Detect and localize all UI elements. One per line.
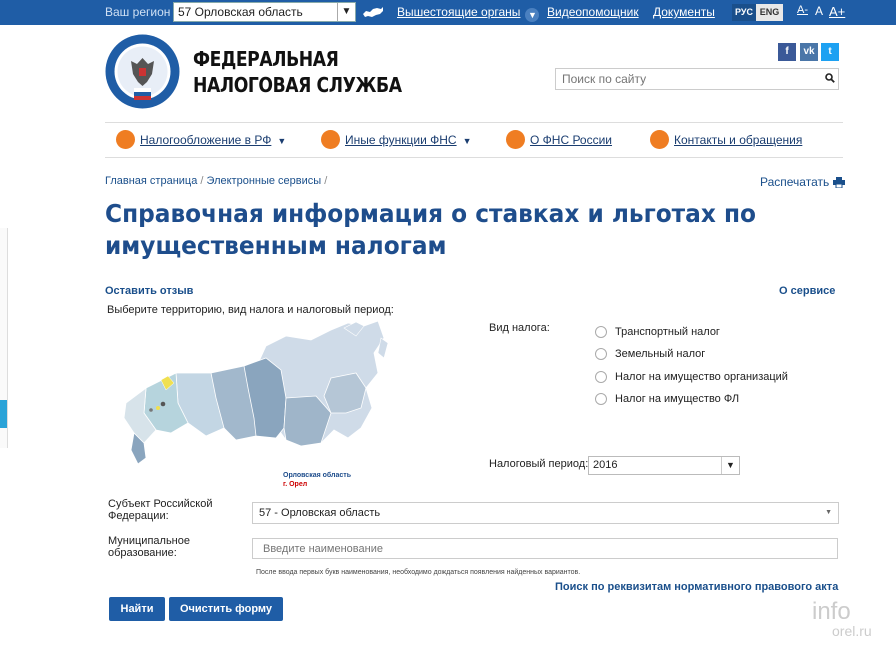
tax-icon bbox=[116, 130, 135, 149]
russia-map-icon[interactable] bbox=[362, 6, 384, 18]
breadcrumb-separator: / bbox=[200, 175, 204, 187]
nav-item-other-functions[interactable]: Иные функции ФНС ▼ bbox=[321, 130, 472, 150]
subject-label: Субъект Российской Федерации: bbox=[108, 498, 212, 522]
subject-label-line1: Субъект Российской bbox=[108, 498, 213, 510]
subject-select[interactable]: 57 - Орловская область ▼ bbox=[252, 502, 839, 524]
nav-item-about-fns[interactable]: О ФНС России bbox=[506, 130, 616, 150]
region-label: Ваш регион bbox=[105, 5, 171, 19]
map-caption-region: Орловская область bbox=[283, 472, 352, 479]
watermark-line1: info bbox=[812, 598, 851, 625]
municipality-label-line2: образование: bbox=[108, 547, 177, 559]
nav-item-taxation[interactable]: Налогообложение в РФ ▼ bbox=[116, 130, 286, 150]
nav-divider bbox=[105, 157, 843, 158]
menu-icon bbox=[321, 130, 340, 149]
tax-type-label: Вид налога: bbox=[489, 322, 550, 334]
caret-down-icon: ▼ bbox=[825, 509, 832, 516]
breadcrumb: Главная страница / Электронные сервисы / bbox=[105, 175, 327, 187]
map-caption: Орловская область г. Орел bbox=[283, 471, 351, 489]
tax-period-value: 2016 bbox=[593, 459, 618, 471]
selection-hint: Выберите территорию, вид налога и налого… bbox=[107, 304, 394, 316]
chevron-down-icon: ▼ bbox=[462, 136, 472, 146]
search-by-legal-act-link[interactable]: Поиск по реквизитам нормативного правово… bbox=[555, 581, 838, 593]
tax-period-select[interactable]: 2016 ▼ bbox=[588, 456, 740, 475]
subject-label-line2: Федерации: bbox=[108, 510, 169, 522]
printer-icon bbox=[833, 177, 846, 189]
top-bar: Ваш регион 57 Орловская область ▼ Вышест… bbox=[0, 0, 896, 25]
about-service-link[interactable]: О сервисе bbox=[779, 285, 835, 297]
font-normal-button[interactable]: A bbox=[815, 4, 823, 18]
chevron-down-icon: ▼ bbox=[277, 136, 287, 146]
watermark-line2: orel.ru bbox=[832, 623, 872, 639]
russia-regions-map[interactable] bbox=[116, 318, 391, 468]
nav-item-contacts-label: Контакты и обращения bbox=[674, 133, 803, 147]
search-input[interactable] bbox=[555, 68, 839, 90]
search-icon[interactable] bbox=[825, 73, 835, 83]
municipality-label: Муниципальное образование: bbox=[108, 535, 190, 559]
vk-icon[interactable]: vk bbox=[800, 43, 818, 61]
chevron-down-icon: ▼ bbox=[337, 3, 355, 21]
radio-circle[interactable] bbox=[595, 393, 607, 405]
municipality-label-line1: Муниципальное bbox=[108, 535, 190, 547]
radio-circle[interactable] bbox=[595, 371, 607, 383]
region-select-value: 57 Орловская область bbox=[178, 5, 303, 19]
page-title: Справочная информация о ставках и льгота… bbox=[105, 199, 756, 260]
lang-ru-button[interactable]: РУС bbox=[732, 4, 756, 21]
nav-item-other-functions-wrap: Иные функции ФНС ▼ bbox=[345, 133, 472, 147]
radio-label: Налог на имущество ФЛ bbox=[615, 393, 740, 405]
documents-link[interactable]: Документы bbox=[653, 5, 715, 19]
phone-icon bbox=[650, 130, 669, 149]
tax-period-label: Налоговый период: bbox=[489, 458, 589, 470]
radio-label: Земельный налог bbox=[615, 348, 706, 360]
watermark-logo: info orel.ru bbox=[812, 600, 896, 651]
font-smaller-button[interactable]: A- bbox=[797, 4, 808, 16]
find-button[interactable]: Найти bbox=[109, 597, 165, 621]
radio-label: Налог на имущество организаций bbox=[615, 371, 788, 383]
print-link[interactable]: Распечатать bbox=[760, 175, 846, 189]
chevron-down-icon: ▼ bbox=[525, 8, 540, 22]
radio-circle[interactable] bbox=[595, 348, 607, 360]
twitter-icon[interactable] bbox=[0, 400, 7, 428]
org-name-line1: ФЕДЕРАЛЬНАЯ bbox=[193, 47, 339, 71]
nav-item-other-functions-label: Иные функции ФНС bbox=[345, 133, 457, 147]
breadcrumb-home-link[interactable]: Главная страница bbox=[105, 175, 197, 187]
radio-label: Транспортный налог bbox=[615, 326, 720, 338]
municipality-input[interactable] bbox=[252, 538, 838, 559]
org-name: ФЕДЕРАЛЬНАЯ НАЛОГОВАЯ СЛУЖБА bbox=[193, 46, 402, 98]
facebook-icon[interactable]: f bbox=[778, 43, 796, 61]
clear-form-button[interactable]: Очистить форму bbox=[169, 597, 283, 621]
higher-authorities-label: Вышестоящие органы bbox=[397, 5, 521, 19]
radio-circle[interactable] bbox=[595, 326, 607, 338]
fns-emblem-logo[interactable] bbox=[105, 34, 180, 109]
chevron-down-icon: ▼ bbox=[721, 457, 739, 474]
breadcrumb-separator: / bbox=[324, 175, 328, 187]
side-panel-edge bbox=[0, 228, 8, 448]
print-label: Распечатать bbox=[760, 175, 830, 189]
info-icon bbox=[506, 130, 525, 149]
nav-item-contacts[interactable]: Контакты и обращения bbox=[650, 130, 803, 150]
nav-item-about-fns-label: О ФНС России bbox=[530, 133, 613, 147]
region-select[interactable]: 57 Орловская область ▼ bbox=[173, 2, 356, 22]
twitter-icon[interactable]: t bbox=[821, 43, 839, 61]
municipality-hint: После ввода первых букв наименования, не… bbox=[256, 569, 581, 576]
font-larger-button[interactable]: A+ bbox=[829, 4, 845, 19]
org-name-line2: НАЛОГОВАЯ СЛУЖБА bbox=[193, 73, 402, 97]
video-assistant-link[interactable]: Видеопомощник bbox=[547, 5, 639, 19]
higher-authorities-link[interactable]: Вышестоящие органы ▼ bbox=[397, 5, 540, 22]
lang-en-button[interactable]: ENG bbox=[756, 4, 783, 21]
breadcrumb-services-link[interactable]: Электронные сервисы bbox=[207, 175, 322, 187]
subject-select-value: 57 - Орловская область bbox=[259, 507, 381, 519]
nav-item-taxation-wrap: Налогообложение в РФ ▼ bbox=[140, 133, 286, 147]
map-caption-city: г. Орел bbox=[283, 481, 308, 488]
nav-item-taxation-label: Налогообложение в РФ bbox=[140, 133, 272, 147]
nav-divider bbox=[105, 122, 843, 123]
feedback-link[interactable]: Оставить отзыв bbox=[105, 285, 193, 297]
